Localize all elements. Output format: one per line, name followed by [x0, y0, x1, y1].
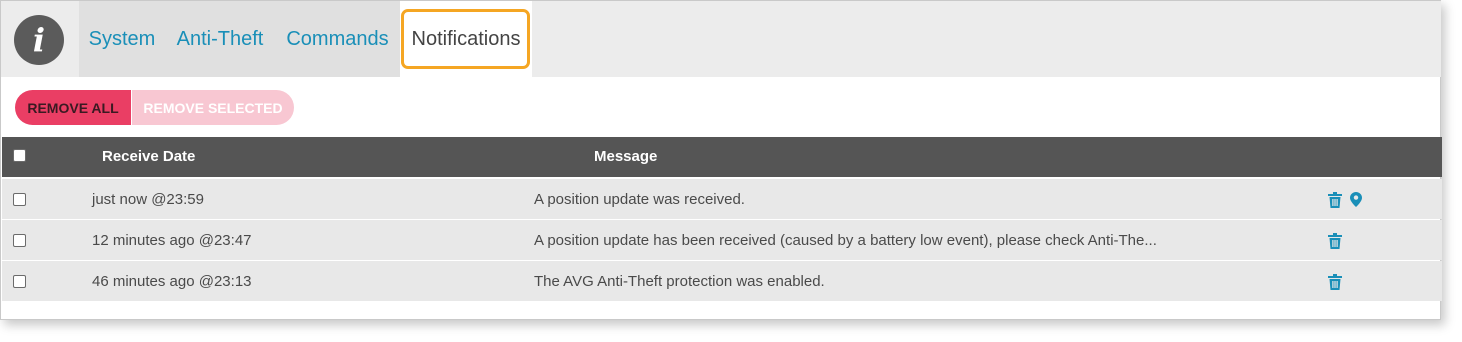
select-all-checkbox[interactable]: [13, 149, 26, 162]
tab-bar: i System Anti-Theft Commands Notificatio…: [1, 1, 1441, 77]
tab-notifications[interactable]: Notifications: [400, 1, 532, 77]
message-cell: A position update has been received (cau…: [534, 232, 1157, 249]
receive-date-cell: 12 minutes ago @23:47: [92, 232, 252, 249]
row-checkbox[interactable]: [13, 275, 26, 288]
trash-icon[interactable]: [1328, 274, 1342, 290]
table-row: just now @23:59 A position update was re…: [2, 179, 1442, 219]
location-pin-icon[interactable]: [1350, 192, 1362, 207]
table-header: Receive Date Message: [2, 137, 1442, 177]
trash-icon[interactable]: [1328, 192, 1342, 208]
row-checkbox[interactable]: [13, 234, 26, 247]
receive-date-cell: 46 minutes ago @23:13: [92, 273, 252, 290]
tab-anti-theft[interactable]: Anti-Theft: [165, 1, 275, 77]
notifications-panel: i System Anti-Theft Commands Notificatio…: [0, 0, 1442, 320]
info-icon: i: [14, 15, 64, 65]
message-cell: The AVG Anti-Theft protection was enable…: [534, 273, 825, 290]
message-cell: A position update was received.: [534, 191, 745, 208]
table-row: 46 minutes ago @23:13 The AVG Anti-Theft…: [2, 261, 1442, 301]
tab-system[interactable]: System: [79, 1, 165, 77]
column-header-message[interactable]: Message: [594, 148, 657, 165]
remove-selected-button[interactable]: REMOVE SELECTED: [132, 90, 294, 125]
tab-commands[interactable]: Commands: [275, 1, 400, 77]
trash-icon[interactable]: [1328, 233, 1342, 249]
column-header-receive-date[interactable]: Receive Date: [102, 148, 195, 165]
receive-date-cell: just now @23:59: [92, 191, 204, 208]
remove-all-button[interactable]: REMOVE ALL: [15, 90, 131, 125]
table-row: 12 minutes ago @23:47 A position update …: [2, 220, 1442, 260]
row-checkbox[interactable]: [13, 193, 26, 206]
